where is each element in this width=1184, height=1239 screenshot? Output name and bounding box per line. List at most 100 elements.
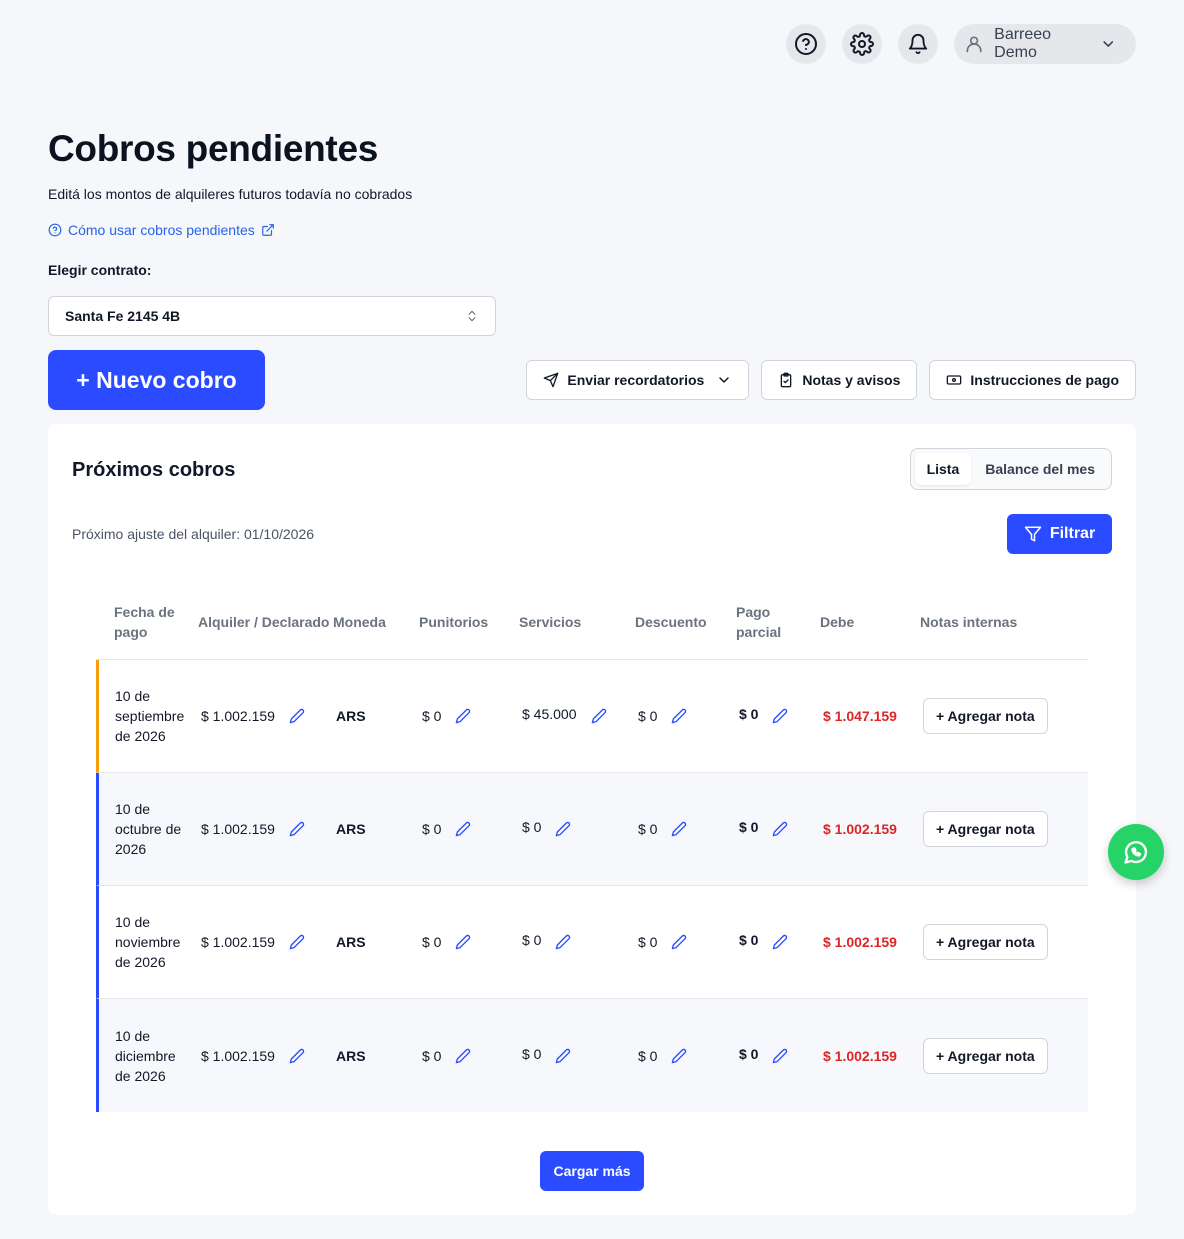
cell-services: $ 0 bbox=[522, 819, 638, 837]
tab-month-balance[interactable]: Balance del mes bbox=[973, 453, 1107, 485]
pencil-icon[interactable] bbox=[671, 1048, 687, 1064]
help-button[interactable] bbox=[786, 24, 826, 64]
rent-value: $ 1.002.159 bbox=[201, 821, 275, 837]
pencil-icon[interactable] bbox=[555, 1048, 571, 1064]
cell-discount: $ 0 bbox=[638, 932, 739, 952]
new-charge-button[interactable]: + Nuevo cobro bbox=[48, 350, 265, 410]
help-link[interactable]: Cómo usar cobros pendientes bbox=[48, 222, 275, 238]
load-more-button[interactable]: Cargar más bbox=[540, 1151, 644, 1191]
settings-button[interactable] bbox=[842, 24, 882, 64]
pencil-icon[interactable] bbox=[772, 1048, 788, 1064]
user-icon bbox=[966, 36, 982, 53]
cell-rent: $ 1.002.159 bbox=[201, 932, 336, 952]
whatsapp-button[interactable] bbox=[1108, 824, 1164, 880]
action-buttons: Enviar recordatorios Notas y avisos Inst… bbox=[526, 360, 1136, 400]
charges-table: Fecha de pago Alquiler / Declarado Moned… bbox=[96, 584, 1088, 1112]
bell-icon bbox=[908, 34, 928, 55]
penalty-value: $ 0 bbox=[422, 708, 442, 724]
header-notes: Notas internas bbox=[920, 613, 1018, 630]
cell-rent: $ 1.002.159 bbox=[201, 819, 336, 839]
topbar: Barreeo Demo bbox=[786, 24, 1136, 64]
header-partial: Pago parcial bbox=[736, 603, 782, 640]
pencil-icon[interactable] bbox=[455, 708, 471, 724]
services-value: $ 0 bbox=[522, 932, 542, 948]
payment-instructions-button[interactable]: Instrucciones de pago bbox=[929, 360, 1136, 400]
discount-value: $ 0 bbox=[638, 708, 658, 724]
pencil-icon[interactable] bbox=[671, 708, 687, 724]
pencil-icon[interactable] bbox=[772, 708, 788, 724]
filter-label: Filtrar bbox=[1049, 525, 1096, 542]
penalty-value: $ 0 bbox=[422, 821, 442, 837]
table-body: 10 de septiembre de 2026 $ 1.002.159 ARS $ … bbox=[96, 660, 1088, 1112]
cell-services: $ 0 bbox=[522, 1046, 638, 1064]
pencil-icon[interactable] bbox=[455, 934, 471, 950]
cell-currency: ARS bbox=[336, 708, 366, 724]
add-note-button[interactable]: + Agregar nota bbox=[923, 1037, 1048, 1074]
cell-date: 10 de noviembre de 2026 bbox=[115, 914, 181, 970]
header-discount: Descuento bbox=[635, 613, 707, 630]
chevron-down-icon bbox=[1102, 41, 1113, 47]
partial-value: $ 0 bbox=[739, 819, 759, 835]
header-date: Fecha de pago bbox=[114, 603, 175, 640]
page-title: Cobros pendientes bbox=[48, 128, 378, 169]
cell-partial: $ 0 bbox=[739, 706, 823, 724]
tab-list[interactable]: Lista bbox=[914, 453, 972, 485]
external-link-icon bbox=[261, 224, 274, 236]
notes-button[interactable]: Notas y avisos bbox=[761, 360, 918, 400]
pencil-icon[interactable] bbox=[591, 708, 607, 724]
pencil-icon[interactable] bbox=[289, 934, 305, 950]
send-reminders-label: Enviar recordatorios bbox=[567, 372, 705, 388]
pencil-icon[interactable] bbox=[289, 1048, 305, 1064]
services-value: $ 45.000 bbox=[522, 706, 577, 722]
view-toggle: Lista Balance del mes bbox=[909, 448, 1112, 490]
pencil-icon[interactable] bbox=[555, 934, 571, 950]
pencil-icon[interactable] bbox=[671, 934, 687, 950]
notes-label: Notas y avisos bbox=[802, 372, 901, 388]
cell-date: 10 de septiembre de 2026 bbox=[115, 688, 185, 744]
table-row: 10 de noviembre de 2026 $ 1.002.159 ARS $ 0… bbox=[96, 886, 1088, 999]
table-row: 10 de octubre de 2026 $ 1.002.159 ARS $ 0 $ … bbox=[96, 773, 1088, 886]
notifications-button[interactable] bbox=[898, 24, 938, 64]
pencil-icon[interactable] bbox=[671, 821, 687, 837]
rent-value: $ 1.002.159 bbox=[201, 708, 275, 724]
pencil-icon[interactable] bbox=[289, 821, 305, 837]
page-subtitle: Editá los montos de alquileres futuros t… bbox=[48, 186, 413, 202]
cell-notes: + Agregar nota bbox=[923, 698, 1083, 734]
cell-discount: $ 0 bbox=[638, 1046, 739, 1066]
cell-date: 10 de diciembre de 2026 bbox=[115, 1027, 176, 1084]
add-note-button[interactable]: + Agregar nota bbox=[923, 924, 1048, 960]
add-note-button[interactable]: + Agregar nota bbox=[923, 698, 1048, 734]
pencil-icon[interactable] bbox=[772, 934, 788, 950]
filter-button[interactable]: Filtrar bbox=[1007, 514, 1112, 554]
cell-discount: $ 0 bbox=[638, 819, 739, 839]
penalty-value: $ 0 bbox=[422, 934, 442, 950]
header-services: Servicios bbox=[519, 613, 582, 630]
discount-value: $ 0 bbox=[638, 1047, 658, 1064]
table-header: Fecha de pago Alquiler / Declarado Moned… bbox=[96, 584, 1088, 660]
card-title: Próximos cobros bbox=[72, 459, 236, 481]
send-reminders-button[interactable]: Enviar recordatorios bbox=[526, 360, 750, 400]
discount-value: $ 0 bbox=[638, 821, 658, 837]
contract-select[interactable]: Santa Fe 2145 4B bbox=[48, 296, 496, 336]
partial-value: $ 0 bbox=[739, 1045, 759, 1062]
filter-icon bbox=[1024, 526, 1042, 542]
add-note-button[interactable]: + Agregar nota bbox=[923, 811, 1048, 847]
pencil-icon[interactable] bbox=[455, 821, 471, 837]
cell-penalty: $ 0 bbox=[422, 1046, 522, 1066]
cell-owed: $ 1.002.159 bbox=[823, 1047, 897, 1064]
pencil-icon[interactable] bbox=[455, 1048, 471, 1064]
whatsapp-icon bbox=[1124, 841, 1148, 864]
cell-partial: $ 0 bbox=[739, 932, 823, 950]
cell-services: $ 0 bbox=[522, 932, 638, 950]
cell-partial: $ 0 bbox=[739, 1046, 823, 1064]
pencil-icon[interactable] bbox=[555, 821, 571, 837]
user-menu[interactable]: Barreeo Demo bbox=[954, 24, 1136, 64]
table-row: 10 de septiembre de 2026 $ 1.002.159 ARS $ … bbox=[96, 660, 1088, 773]
send-icon bbox=[544, 372, 559, 388]
cell-currency: ARS bbox=[336, 1047, 366, 1064]
pencil-icon[interactable] bbox=[289, 708, 305, 724]
cell-services: $ 45.000 bbox=[522, 706, 638, 724]
pencil-icon[interactable] bbox=[772, 821, 788, 837]
cell-owed: $ 1.047.159 bbox=[823, 708, 897, 724]
banknote-icon bbox=[947, 375, 962, 385]
